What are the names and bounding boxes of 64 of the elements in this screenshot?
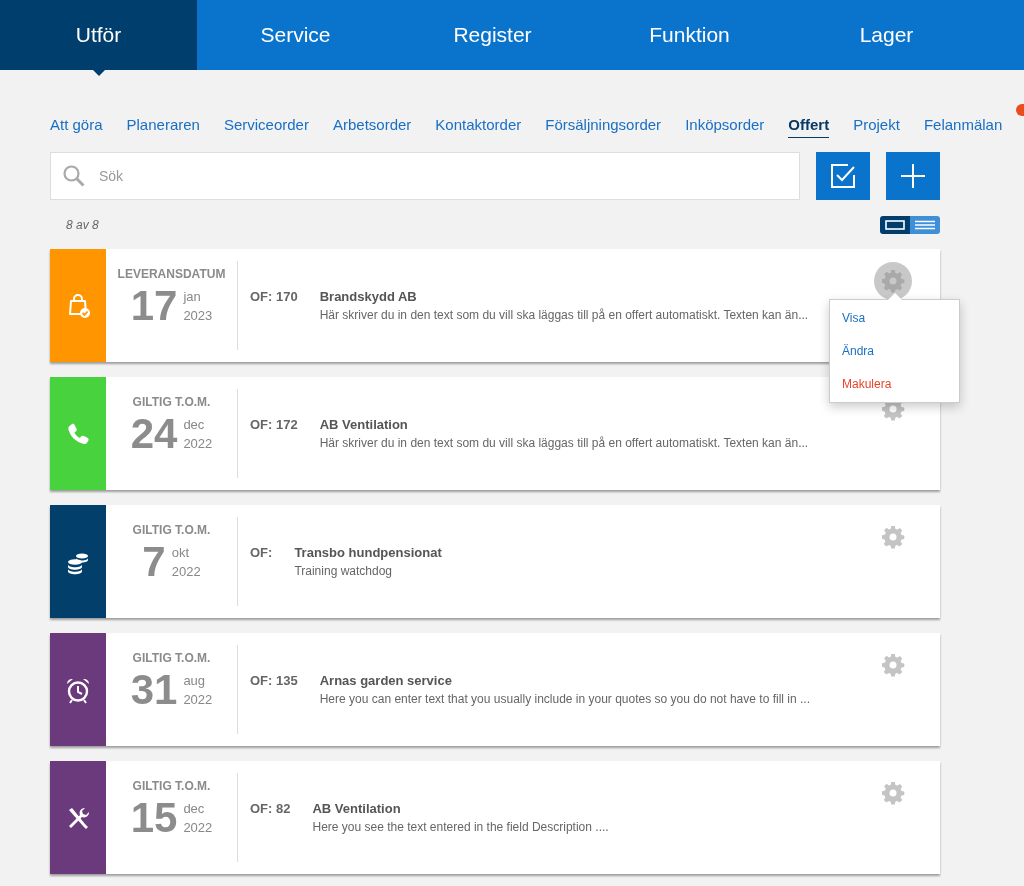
customer-name: Transbo hundpensionat [294, 545, 442, 560]
offer-description: Här skriver du in den text som du vill ska läggas till på en offert automatiskt. Texten kan än... [319, 308, 809, 322]
select-button[interactable] [816, 152, 870, 200]
customer-name: AB Ventilation [319, 417, 409, 432]
offer-description: Här skriver du in den text som du vill ska läggas till på en offert automatiskt. Texten kan än... [319, 436, 809, 450]
offer-description: Training watchdog [294, 564, 393, 578]
date-month: okt [171, 545, 191, 560]
date-month: jan [183, 289, 202, 304]
sub-tab[interactable]: Inköpsorder [685, 116, 765, 138]
nav-tab[interactable]: Lager [788, 0, 985, 70]
sub-tab[interactable]: Felanmälan [923, 116, 1003, 138]
sub-tab[interactable]: Försäljningsorder [545, 116, 662, 138]
date-label: LEVERANSDATUM [117, 267, 226, 281]
date-day: 31 [130, 667, 178, 713]
date-month: dec [183, 801, 206, 816]
settings-icon [881, 781, 905, 805]
sub-tab[interactable]: Att göra [50, 116, 103, 138]
settings-button[interactable] [874, 262, 912, 300]
nav-tab[interactable]: Service [197, 0, 394, 70]
offer-number: OF: 82 [250, 801, 291, 816]
nav-tab[interactable]: Register [394, 0, 591, 70]
date-year: 2022 [183, 692, 213, 707]
add-button[interactable] [886, 152, 940, 200]
sub-tab[interactable]: Kontaktorder [435, 116, 522, 138]
offer-number: OF: 170 [250, 289, 298, 304]
sub-tab[interactable]: Arbetsorder [332, 116, 412, 138]
list-view-toggle[interactable] [910, 216, 940, 234]
date-day: 7 [142, 539, 166, 585]
search-field[interactable]: Sök [50, 152, 800, 200]
offer-number: OF: 135 [250, 673, 298, 688]
menu-item[interactable]: Ändra [830, 340, 959, 362]
date-label: GILTIG T.O.M. [132, 651, 211, 665]
date-month: aug [183, 673, 207, 688]
result-count: 8 av 8 [66, 218, 99, 232]
sub-tab[interactable]: Serviceorder [223, 116, 309, 138]
offer-number: OF: 172 [250, 417, 298, 432]
plus-icon [900, 163, 926, 189]
settings-icon [881, 653, 905, 677]
offer-description: Here you see the text entered in the field Description .... [312, 820, 609, 834]
checkbox-icon [830, 163, 856, 189]
date-day: 24 [130, 411, 178, 457]
menu-item[interactable]: Visa [830, 307, 959, 330]
date-month: dec [183, 417, 206, 432]
date-day: 17 [130, 283, 178, 329]
customer-name: Arnas garden service [319, 673, 453, 688]
date-label: GILTIG T.O.M. [132, 523, 211, 537]
nav-tab[interactable]: Utför [0, 0, 197, 70]
offer-number: OF: [250, 545, 273, 560]
card-view-toggle[interactable] [880, 216, 910, 234]
nav-tab[interactable]: Funktion [591, 0, 788, 70]
date-label: GILTIG T.O.M. [132, 779, 211, 793]
date-year: 2022 [183, 820, 213, 835]
offer-description: Here you can enter text that you usually include in your quotes so you do not have to fill in ... [319, 692, 810, 706]
selected-pointer-icon [92, 70, 105, 76]
sub-tab[interactable]: Planeraren [126, 116, 200, 138]
sub-tab[interactable]: Projekt [853, 116, 900, 138]
customer-name: Brandskydd AB [319, 289, 418, 304]
date-year: 2022 [171, 564, 201, 579]
customer-name: AB Ventilation [312, 801, 402, 816]
date-year: 2022 [183, 436, 213, 451]
date-year: 2023 [183, 308, 213, 323]
settings-icon [881, 525, 905, 549]
date-day: 15 [130, 795, 178, 841]
sub-tab[interactable]: Offert [788, 116, 830, 138]
